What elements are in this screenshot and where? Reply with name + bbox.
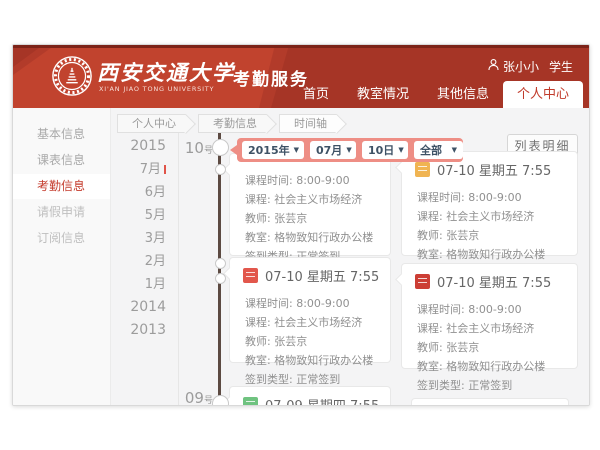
course-time-line: 课程时间: 8:00-9:00 <box>245 294 390 313</box>
course-line: 课程: 社会主义市场经济 <box>417 319 577 338</box>
course-time-line: 课程时间: 8:00-9:00 <box>245 171 390 190</box>
timeline-node <box>215 164 226 175</box>
teacher-line: 教师: 张芸京 <box>417 338 577 357</box>
timeline-node <box>212 395 229 406</box>
day-select[interactable]: 10日▼ <box>362 141 408 159</box>
card-date-header: 07-10 星期五 7:55 <box>437 272 551 291</box>
header-top-stripe <box>13 45 589 48</box>
attendance-card[interactable]: 07-09 星期四 7:55 <box>229 386 391 406</box>
chevron-down-icon: ▼ <box>398 146 403 154</box>
rail-month-february[interactable]: 2月 <box>13 250 166 273</box>
year-select[interactable]: 2015年▼ <box>242 141 304 159</box>
app-header: 西安交通大学 XI'AN JIAO TONG UNIVERSITY 考勤服务 张… <box>13 45 589 108</box>
calendar-status-icon <box>415 162 430 177</box>
card-date-header: 07-10 星期五 7:55 <box>265 266 379 285</box>
teacher-line: 教师: 张芸京 <box>245 332 390 351</box>
month-select[interactable]: 07月▼ <box>310 141 356 159</box>
chevron-down-icon: ▼ <box>452 146 457 154</box>
attendance-card[interactable]: 07-10 星期五 7:55 课程时间: 8:00-9:00 课程: 社会主义市… <box>401 151 578 256</box>
attendance-card[interactable]: 课程时间: 8:00-9:00 课程: 社会主义市场经济 教师: 张芸京 教室:… <box>229 153 391 256</box>
timeline-node <box>215 273 226 284</box>
attendance-card[interactable]: 07-10 星期五 7:55 课程时间: 8:00-9:00 课程: 社会主义市… <box>401 263 578 369</box>
filter-callout: 2015年▼ 07月▼ 10日▼ 全部▼ <box>237 138 463 162</box>
user-role: 学生 <box>549 58 573 75</box>
rail-divider <box>178 132 179 405</box>
university-name-en: XI'AN JIAO TONG UNIVERSITY <box>99 85 214 93</box>
university-seal-icon <box>51 55 93 101</box>
breadcrumb: 个人中心 考勤信息 时间轴 <box>117 114 349 133</box>
nav-other-info[interactable]: 其他信息 <box>423 81 503 108</box>
calendar-status-icon <box>243 397 258 406</box>
attendance-card[interactable] <box>411 398 569 406</box>
calendar-status-icon <box>415 274 430 289</box>
content-area: 基本信息 课表信息 考勤信息 请假申请 订阅信息 个人中心 考勤信息 时间轴 2… <box>13 108 589 405</box>
main-nav: 首页 教室情况 其他信息 个人中心 <box>289 81 583 108</box>
nav-classrooms[interactable]: 教室情况 <box>343 81 423 108</box>
rail-year-2013[interactable]: 2013 <box>13 319 166 342</box>
classroom-line: 教室: 格物致知行政办公楼 <box>417 357 577 376</box>
timeline-node <box>215 258 226 269</box>
user-info[interactable]: 张小小 学生 <box>488 58 573 75</box>
course-time-line: 课程时间: 8:00-9:00 <box>417 188 577 207</box>
course-line: 课程: 社会主义市场经济 <box>245 190 390 209</box>
current-month-marker <box>164 165 166 174</box>
person-icon <box>488 59 499 74</box>
rail-month-march[interactable]: 3月 <box>13 227 166 250</box>
breadcrumb-personal-center[interactable]: 个人中心 <box>117 114 186 133</box>
card-date-header: 07-09 星期四 7:55 <box>265 395 379 406</box>
teacher-line: 教师: 张芸京 <box>417 226 577 245</box>
course-time-line: 课程时间: 8:00-9:00 <box>417 300 577 319</box>
day-label-10: 10号 <box>171 139 213 157</box>
rail-month-may[interactable]: 5月 <box>13 204 166 227</box>
university-name-cn: 西安交通大学 <box>97 57 235 87</box>
course-line: 课程: 社会主义市场经济 <box>245 313 390 332</box>
type-select[interactable]: 全部▼ <box>414 141 463 159</box>
classroom-line: 教室: 格物致知行政办公楼 <box>245 228 390 247</box>
page-background: 西安交通大学 XI'AN JIAO TONG UNIVERSITY 考勤服务 张… <box>0 0 600 450</box>
attendance-card[interactable]: 07-10 星期五 7:55 课程时间: 8:00-9:00 课程: 社会主义市… <box>229 257 391 363</box>
teacher-line: 教师: 张芸京 <box>245 209 390 228</box>
user-name: 张小小 <box>503 58 539 75</box>
signin-type-line: 签到类型: 正常签到 <box>417 376 577 395</box>
chevron-down-icon: ▼ <box>294 146 299 154</box>
classroom-line: 教室: 格物致知行政办公楼 <box>417 245 577 264</box>
rail-year-2014[interactable]: 2014 <box>13 296 166 319</box>
day-label-09: 09号 <box>171 389 213 406</box>
rail-year-2015[interactable]: 2015 <box>13 135 166 158</box>
rail-month-january[interactable]: 1月 <box>13 273 166 296</box>
breadcrumb-timeline[interactable]: 时间轴 <box>279 114 337 133</box>
card-date-header: 07-10 星期五 7:55 <box>437 160 551 179</box>
nav-home[interactable]: 首页 <box>289 81 343 108</box>
timeline-month-rail: 2015 7月 6月 5月 3月 2月 1月 2014 2013 <box>13 135 166 342</box>
rail-month-june[interactable]: 6月 <box>13 181 166 204</box>
calendar-status-icon <box>243 268 258 283</box>
chevron-down-icon: ▼ <box>346 146 351 154</box>
timeline-node <box>212 139 229 156</box>
breadcrumb-attendance-info[interactable]: 考勤信息 <box>198 114 267 133</box>
course-line: 课程: 社会主义市场经济 <box>417 207 577 226</box>
rail-month-july[interactable]: 7月 <box>13 158 166 181</box>
classroom-line: 教室: 格物致知行政办公楼 <box>245 351 390 370</box>
nav-personal-center[interactable]: 个人中心 <box>503 81 583 108</box>
app-window: 西安交通大学 XI'AN JIAO TONG UNIVERSITY 考勤服务 张… <box>12 44 590 406</box>
